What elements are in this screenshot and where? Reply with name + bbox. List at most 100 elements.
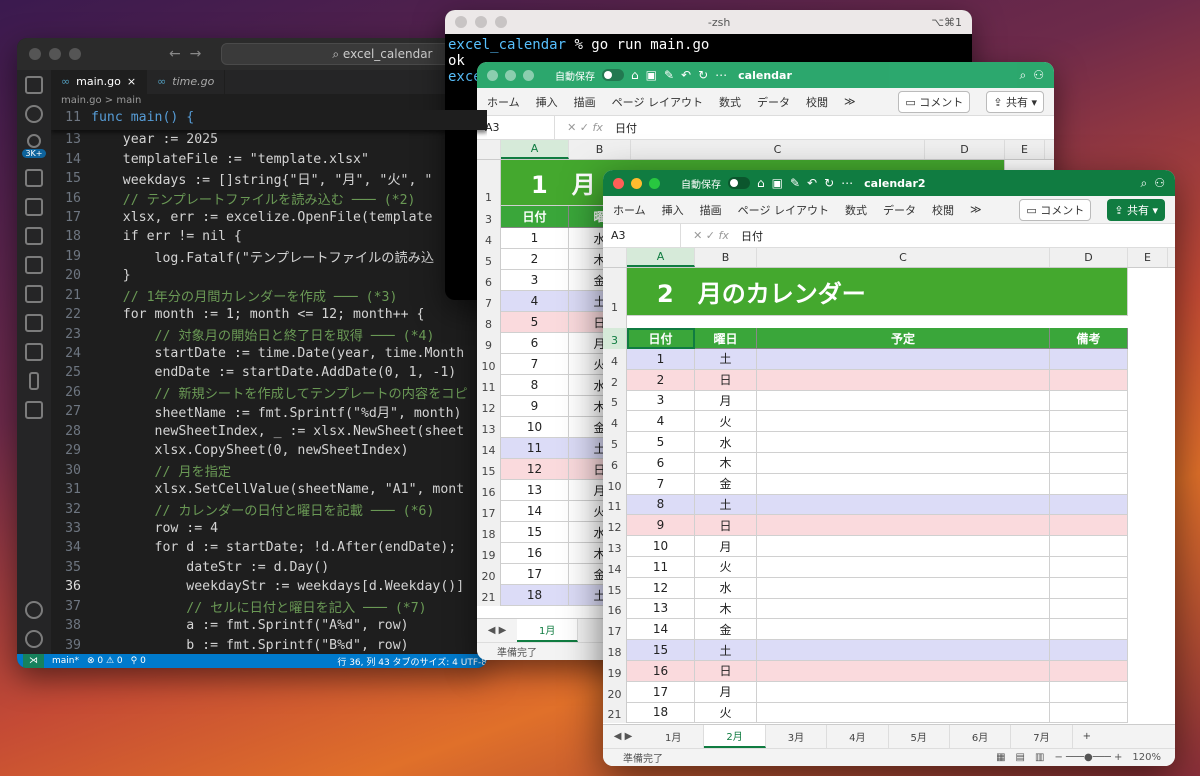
edit-icon[interactable]: ✎ — [790, 176, 800, 190]
row-number[interactable]: 5 — [603, 390, 627, 412]
row-number[interactable]: 11 — [603, 494, 627, 516]
note-cell[interactable] — [1050, 619, 1128, 641]
file-name[interactable]: calendar2 — [864, 177, 925, 190]
note-cell[interactable] — [1050, 390, 1128, 412]
code-line[interactable]: 21 // 1年分の月間カレンダーを作成 ─── (*3) — [51, 286, 487, 305]
date-cell[interactable]: 14 — [627, 619, 695, 641]
date-cell[interactable]: 12 — [501, 459, 569, 480]
sheet-tab[interactable]: 7月 — [1011, 725, 1073, 748]
tab-main-go[interactable]: ∞ main.go × — [51, 70, 148, 94]
share-button[interactable]: ⇪ 共有 ▾ — [986, 90, 1044, 113]
plan-cell[interactable] — [757, 660, 1050, 682]
close-window-button[interactable] — [455, 16, 467, 28]
breadcrumb[interactable]: main.go > main — [61, 95, 141, 111]
ribbon-tab[interactable]: 描画 — [700, 202, 722, 218]
header-cell[interactable]: 日付 — [627, 328, 695, 349]
code-line[interactable]: 33 row := 4 — [51, 519, 487, 538]
row-number[interactable]: 5 — [603, 432, 627, 453]
column-header-E[interactable]: E — [1128, 248, 1168, 267]
plan-cell[interactable] — [757, 702, 1050, 724]
column-header-B[interactable]: B — [695, 248, 757, 267]
code-line[interactable]: 39 b := fmt.Sprintf("B%d", row) — [51, 635, 487, 654]
row-number[interactable]: 3 — [603, 328, 627, 349]
weekday-cell[interactable]: 火 — [695, 702, 757, 724]
page-layout-icon[interactable]: ▤ — [1016, 752, 1025, 763]
date-cell[interactable]: 1 — [501, 228, 569, 249]
zoom-window-button[interactable] — [649, 177, 660, 189]
chat-icon[interactable] — [25, 401, 43, 419]
column-header-B[interactable]: B — [569, 140, 631, 159]
name-box[interactable]: A3 — [477, 116, 555, 139]
ribbon-tab[interactable]: 数式 — [719, 94, 741, 110]
comment-button[interactable]: ▭ コメント — [898, 90, 971, 113]
weekday-cell[interactable]: 土 — [695, 640, 757, 661]
date-cell[interactable]: 4 — [627, 411, 695, 433]
plan-cell[interactable] — [757, 640, 1050, 661]
date-cell[interactable]: 17 — [501, 564, 569, 585]
plan-cell[interactable] — [757, 494, 1050, 516]
date-cell[interactable]: 11 — [501, 438, 569, 459]
row-number[interactable]: 18 — [603, 640, 627, 661]
comment-button[interactable]: ▭ コメント — [1019, 198, 1092, 221]
code-line[interactable]: 28 newSheetIndex, _ := xlsx.NewSheet(she… — [51, 422, 487, 441]
zoom-level[interactable]: 120% — [1132, 752, 1161, 763]
date-cell[interactable]: 6 — [627, 452, 695, 474]
plan-cell[interactable] — [757, 369, 1050, 391]
note-cell[interactable] — [1050, 536, 1128, 557]
code-line[interactable]: 15 weekdays := []string{"日", "月", "火", " — [51, 169, 487, 188]
row-number[interactable]: 16 — [477, 480, 501, 501]
row-number[interactable]: 5 — [477, 249, 501, 270]
minimize-window-button[interactable] — [49, 48, 61, 60]
column-header-C[interactable]: C — [631, 140, 925, 159]
plan-cell[interactable] — [757, 577, 1050, 599]
code-line[interactable]: 27 sheetName := fmt.Sprintf("%d月", month… — [51, 402, 487, 421]
remote-indicator-icon[interactable]: ⋊ — [23, 654, 44, 668]
share-people-icon[interactable]: ⚇ — [1033, 68, 1044, 82]
ribbon-tab[interactable]: ≫ — [970, 203, 982, 216]
problems-status[interactable]: ⊗ 0 ⚠ 0 — [87, 656, 123, 666]
more-icon[interactable]: ⋯ — [841, 176, 853, 190]
zoom-window-button[interactable] — [495, 16, 507, 28]
sheet-title[interactable]: 2 月のカレンダー — [627, 268, 1128, 316]
row-number[interactable]: 21 — [603, 702, 627, 724]
row-number[interactable]: 20 — [603, 681, 627, 703]
date-cell[interactable]: 10 — [501, 417, 569, 438]
weekday-cell[interactable]: 日 — [695, 369, 757, 391]
sheet-tab[interactable]: 1月 — [643, 725, 705, 748]
minimize-window-button[interactable] — [505, 69, 516, 81]
column-header-E[interactable]: E — [1005, 140, 1045, 159]
row-number[interactable]: 8 — [477, 312, 501, 333]
remote-explorer-icon[interactable] — [25, 227, 43, 245]
ports-status[interactable]: ⚲ 0 — [131, 656, 146, 666]
weekday-cell[interactable]: 月 — [695, 536, 757, 557]
plan-cell[interactable] — [757, 473, 1050, 495]
command-center-search[interactable]: ⌕ excel_calendar — [221, 43, 475, 65]
home-icon[interactable]: ⌂ — [757, 176, 765, 190]
date-cell[interactable]: 13 — [627, 598, 695, 620]
row-number[interactable]: 21 — [477, 585, 501, 606]
date-cell[interactable]: 10 — [627, 536, 695, 557]
row-number[interactable]: 4 — [603, 349, 627, 370]
home-icon[interactable]: ⌂ — [631, 68, 639, 82]
share-button[interactable]: ⇪ 共有 ▾ — [1107, 198, 1165, 221]
undo-icon[interactable]: ↶ — [807, 176, 817, 190]
zoom-window-button[interactable] — [69, 48, 81, 60]
date-cell[interactable]: 5 — [501, 312, 569, 333]
sheet-grid[interactable]: 12 月のカレンダー 3 日付 曜日 予定 備考 4 1 土 2 2 日 5 3 月 4 4 火 5 5 水 6 6 木 10 7… — [603, 268, 1175, 724]
sheet-tab[interactable]: 2月 — [704, 725, 766, 748]
code-line[interactable]: 29 xlsx.CopySheet(0, newSheetIndex) — [51, 441, 487, 460]
date-cell[interactable]: 18 — [627, 702, 695, 724]
ribbon-tab[interactable]: データ — [757, 94, 790, 110]
branch-status[interactable]: main* — [52, 656, 79, 666]
sheet-tab[interactable]: 5月 — [889, 725, 950, 748]
date-cell[interactable]: 8 — [501, 375, 569, 396]
github-actions-icon[interactable] — [25, 343, 43, 361]
note-cell[interactable] — [1050, 577, 1128, 599]
plan-cell[interactable] — [757, 556, 1050, 578]
plan-cell[interactable] — [757, 536, 1050, 557]
column-header-C[interactable]: C — [757, 248, 1050, 267]
select-all-corner[interactable] — [477, 140, 501, 159]
note-cell[interactable] — [1050, 452, 1128, 474]
close-window-button[interactable] — [487, 69, 498, 81]
file-name[interactable]: calendar — [738, 69, 792, 82]
